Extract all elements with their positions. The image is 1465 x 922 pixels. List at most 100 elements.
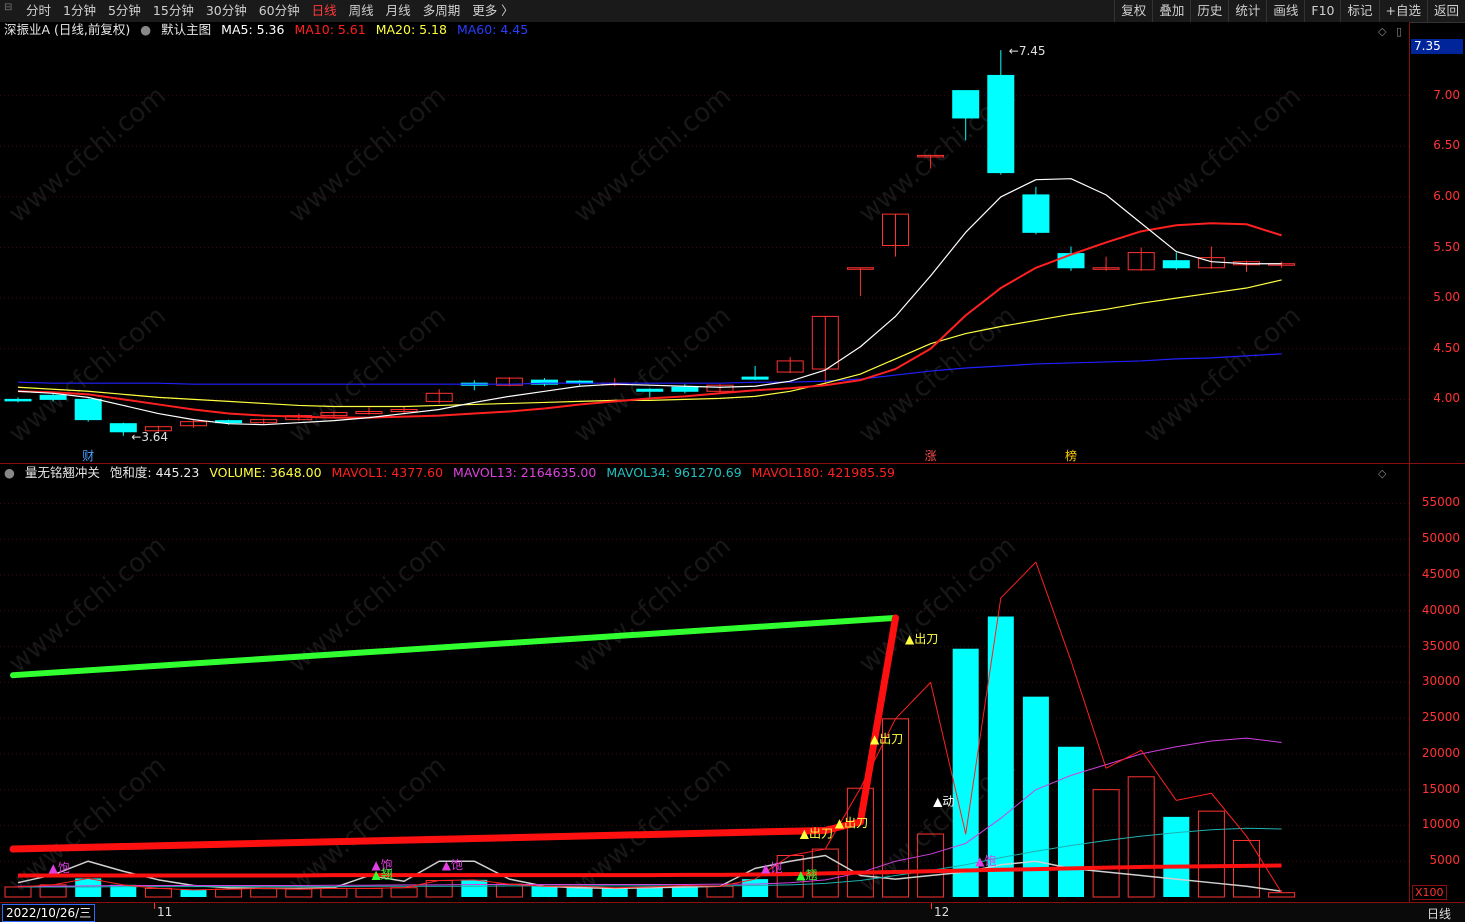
price-tick-label: 7.00 [1433, 87, 1460, 102]
volume-bar [1058, 746, 1084, 897]
signal-qiao: ▲翘 [796, 868, 817, 882]
month-label-11: 11 [157, 905, 173, 919]
ma20-label: MA20: 5.18 [375, 22, 447, 37]
date-axis: 2022/10/26/三 11 12 日线 [0, 902, 1465, 922]
mavol34-label: MAVOL34: 961270.69 [606, 465, 742, 480]
candle-body [741, 376, 769, 380]
candle-body [39, 394, 67, 400]
volume-legend: ● 量无铭翘冲关 饱和度: 445.23 VOLUME: 3648.00 MAV… [4, 465, 901, 481]
volume-bar [1092, 789, 1120, 898]
ma5-label: MA5: 5.36 [221, 22, 285, 37]
price-tick-label: 6.00 [1433, 188, 1460, 203]
signal-bao: ▲饱 [49, 860, 70, 875]
event-mark: 涨 [925, 448, 937, 463]
diamond-icon[interactable]: ◇ [1378, 25, 1386, 38]
last-price-tag: 7.35 [1411, 39, 1463, 54]
ma10-label: MA10: 5.61 [294, 22, 366, 37]
month-tick [931, 903, 932, 909]
volume-tick-label: 10000 [1421, 817, 1460, 832]
ma5-line [17, 178, 1282, 426]
mavol1-label: MAVOL1: 4377.60 [331, 465, 444, 480]
event-mark: 财 [82, 449, 94, 463]
volume-bar [1233, 839, 1260, 898]
volume-tick-label: 50000 [1421, 531, 1460, 546]
current-date: 2022/10/26/三 [2, 904, 96, 922]
settings-dot-icon[interactable]: ● [4, 465, 15, 480]
candle-body [987, 74, 1015, 174]
volume-tick-label: 35000 [1421, 638, 1460, 653]
price-tick-label: 4.00 [1433, 391, 1460, 406]
candle-body [1022, 194, 1050, 233]
volume-tick-label: 15000 [1421, 781, 1460, 796]
volume-bar [531, 886, 558, 897]
diamond-icon[interactable]: ◇ [1378, 467, 1386, 480]
price-tick-label: 4.50 [1433, 340, 1460, 355]
volume-bar [4, 886, 32, 898]
chart-name[interactable]: 默认主图 [161, 22, 211, 37]
volume-bar [742, 879, 769, 897]
signal-chudao: ▲出刀 [870, 732, 903, 746]
volume-bar [355, 887, 383, 898]
volume-unit: X100 [1412, 885, 1447, 900]
candle-body [74, 398, 102, 421]
month-tick [154, 903, 155, 909]
volume-bar [144, 887, 172, 898]
ma60-line [17, 353, 1282, 385]
volume-bar [180, 889, 207, 897]
volume-bar [285, 888, 313, 898]
indicator-name[interactable]: 量无铭翘冲关 [25, 465, 100, 480]
volume-tick-label: 20000 [1421, 745, 1460, 760]
green-trend-line [10, 614, 899, 679]
volume-bar [706, 885, 734, 898]
volume-bar [1163, 816, 1190, 897]
volume-tick-label: 40000 [1421, 602, 1460, 617]
candle-body [1162, 260, 1190, 269]
volume-bar [461, 879, 488, 897]
main-legend: 深振业A (日线,前复权) ● 默认主图 MA5: 5.36 MA10: 5.6… [4, 22, 534, 38]
month-label-12: 12 [934, 905, 950, 919]
candle-body [952, 90, 980, 119]
red-trend-line [9, 614, 899, 853]
stock-name[interactable]: 深振业A (日线,前复权) [4, 22, 130, 37]
ma20-line [17, 279, 1282, 408]
signal-chudao: ▲出刀 [905, 632, 938, 646]
settings-dot-icon[interactable]: ● [140, 22, 151, 37]
signal-bao: ▲饱 [442, 857, 463, 872]
mavol13-line [18, 737, 1282, 887]
volume-bar [425, 880, 453, 898]
volume-bar [917, 833, 945, 898]
volume-bar [1268, 892, 1296, 898]
candle-body [1057, 253, 1085, 269]
candle-body [671, 386, 699, 392]
signal-chudao: ▲出刀 [800, 827, 833, 841]
volume-tick-label: 5000 [1429, 853, 1460, 868]
signal-dong: ▲动 [933, 794, 954, 808]
price-tick-label: 5.50 [1433, 239, 1460, 254]
ma60-label: MA60: 4.45 [456, 22, 529, 37]
candle-body [636, 388, 664, 392]
volume-tick-label: 25000 [1421, 710, 1460, 725]
candle-body [4, 398, 32, 402]
signal-bao: ▲饱 [761, 860, 782, 875]
volume-bar [320, 887, 348, 898]
price-tick-label: 5.00 [1433, 290, 1460, 305]
volume-tick-label: 55000 [1421, 495, 1460, 510]
volume-label: VOLUME: 3648.00 [209, 465, 322, 480]
signal-chudao: ▲出刀 [835, 816, 868, 830]
high-price-annotation: ←7.45 [1009, 44, 1046, 58]
mavol180-label: MAVOL180: 421985.59 [751, 465, 895, 480]
volume-bar [75, 878, 102, 897]
restore-icon[interactable]: ▯ [1396, 25, 1402, 38]
chart-canvas[interactable]: ←7.45←3.64财涨榜▲出刀▲出刀▲出刀▲出刀▲动▲饱 ▲饱 ▲饱 ▲饱▲饱▲翘 ▲… [0, 0, 1410, 902]
volume-tick-label: 30000 [1421, 674, 1460, 689]
period-label: 日线 [1426, 907, 1451, 921]
signal-bao: ▲饱 [975, 853, 996, 868]
volume-bar [250, 887, 278, 898]
price-tick-label: 6.50 [1433, 138, 1460, 153]
mavol13-label: MAVOL13: 2164635.00 [453, 465, 597, 480]
volume-bar [215, 888, 243, 898]
toolbar-button[interactable]: 返回 [1426, 0, 1465, 22]
volume-tick-label: 45000 [1421, 567, 1460, 582]
volume-bar [390, 887, 418, 898]
low-price-annotation: ←3.64 [131, 430, 168, 444]
